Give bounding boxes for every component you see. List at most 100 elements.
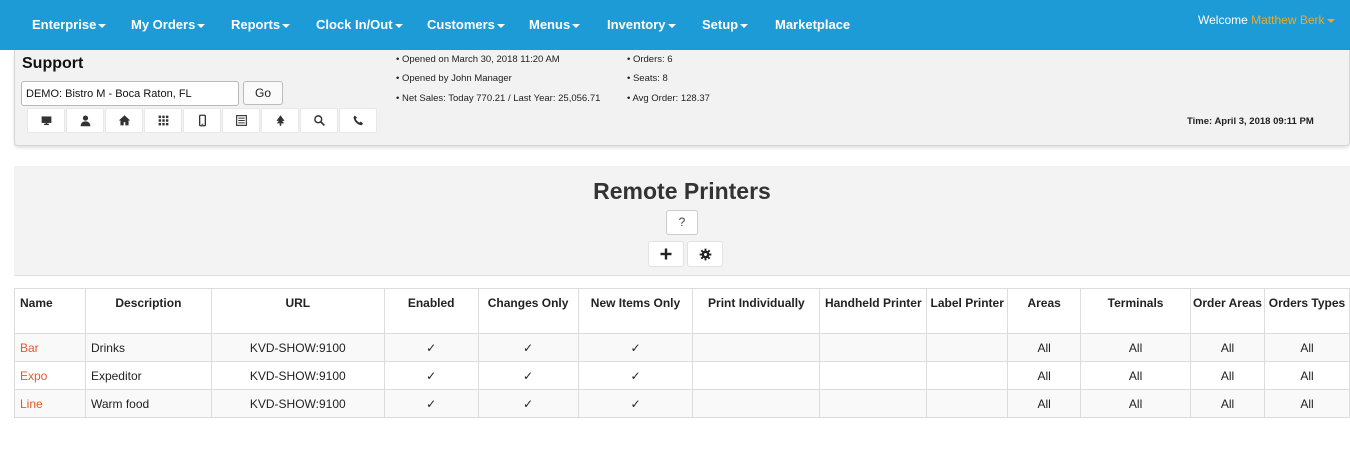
- search-icon[interactable]: [300, 108, 338, 133]
- cell-terminals: All: [1080, 389, 1192, 418]
- top-navbar: Enterprise My Orders Reports Clock In/Ou…: [0, 0, 1350, 50]
- cell-description: Expeditor: [84, 361, 212, 390]
- cell-label-printer: [926, 361, 1009, 390]
- chevron-down-icon: [740, 23, 749, 28]
- nav-enterprise[interactable]: Enterprise: [32, 17, 107, 32]
- current-time: Time: April 3, 2018 09:11 PM: [1187, 116, 1314, 127]
- welcome-area: Welcome Matthew Berk: [1198, 13, 1335, 27]
- cell-order-areas: All: [1190, 333, 1265, 362]
- cell-orders-types: All: [1263, 389, 1350, 418]
- phone-icon[interactable]: [339, 108, 377, 133]
- info-seats: • Seats: 8: [627, 73, 668, 84]
- cell-new-items-only: ✓: [577, 389, 694, 418]
- user-name: Matthew Berk: [1251, 13, 1325, 27]
- nav-setup-label: Setup: [702, 17, 739, 32]
- col-header-order-areas[interactable]: Order Areas: [1190, 288, 1265, 334]
- nav-menus-label: Menus: [529, 17, 571, 32]
- printer-settings-button[interactable]: [687, 241, 723, 267]
- cell-orders-types: All: [1263, 361, 1350, 390]
- cell-name: Bar: [14, 333, 86, 362]
- cell-areas: All: [1007, 361, 1082, 390]
- nav-reports-label: Reports: [231, 17, 281, 32]
- cell-order-areas: All: [1190, 389, 1265, 418]
- welcome-label: Welcome: [1198, 13, 1248, 27]
- col-header-areas[interactable]: Areas: [1007, 288, 1082, 334]
- user-icon[interactable]: [66, 108, 104, 133]
- printer-name-link[interactable]: Bar: [20, 341, 39, 355]
- cell-changes-only: ✓: [477, 333, 579, 362]
- nav-customers[interactable]: Customers: [427, 17, 505, 32]
- cell-description: Drinks: [84, 333, 212, 362]
- help-button[interactable]: ?: [666, 210, 698, 235]
- list-icon[interactable]: [222, 108, 260, 133]
- col-header-url[interactable]: URL: [210, 288, 385, 334]
- tree-icon[interactable]: [261, 108, 299, 133]
- col-header-print-individually[interactable]: Print Individually: [692, 288, 821, 334]
- chevron-down-icon: [572, 23, 581, 28]
- nav-inventory[interactable]: Inventory: [607, 17, 676, 32]
- grid-icon[interactable]: [144, 108, 182, 133]
- user-menu[interactable]: Matthew Berk: [1251, 13, 1335, 27]
- nav-clock-in-out[interactable]: Clock In/Out: [316, 17, 403, 32]
- chevron-down-icon: [197, 23, 206, 28]
- table-row: Bar Drinks KVD-SHOW:9100 ✓ ✓ ✓ All All A…: [14, 333, 1350, 362]
- add-printer-button[interactable]: [648, 241, 684, 267]
- support-icon-toolbar: [27, 108, 378, 133]
- col-header-new-items-only[interactable]: New Items Only: [577, 288, 694, 334]
- support-panel: Support Go • Opened on March 30,: [14, 50, 1350, 146]
- printer-name-link[interactable]: Expo: [20, 369, 47, 383]
- cell-name: Expo: [14, 361, 86, 390]
- go-button[interactable]: Go: [243, 81, 283, 105]
- table-header-row: Name Description URL Enabled Changes Onl…: [14, 288, 1350, 334]
- col-header-terminals[interactable]: Terminals: [1080, 288, 1192, 334]
- info-opened-by: • Opened by John Manager: [396, 73, 512, 84]
- cell-print-individually: [692, 333, 821, 362]
- chevron-down-icon: [667, 23, 676, 28]
- store-search-input[interactable]: [21, 81, 239, 106]
- home-icon[interactable]: [105, 108, 143, 133]
- cell-new-items-only: ✓: [577, 333, 694, 362]
- col-header-description[interactable]: Description: [84, 288, 212, 334]
- chevron-down-icon: [282, 23, 291, 28]
- col-header-enabled[interactable]: Enabled: [383, 288, 479, 334]
- chevron-down-icon: [394, 23, 403, 28]
- cell-handheld-printer: [819, 333, 928, 362]
- chevron-down-icon: [98, 23, 107, 28]
- nav-clock-in-out-label: Clock In/Out: [316, 17, 393, 32]
- support-title: Support: [22, 55, 84, 72]
- cell-description: Warm food: [84, 389, 212, 418]
- nav-menus[interactable]: Menus: [529, 17, 581, 32]
- cell-name: Line: [14, 389, 86, 418]
- cell-handheld-printer: [819, 361, 928, 390]
- col-header-label-printer[interactable]: Label Printer: [926, 288, 1009, 334]
- nav-setup[interactable]: Setup: [702, 17, 749, 32]
- cell-print-individually: [692, 389, 821, 418]
- gear-icon: [699, 248, 711, 260]
- cell-enabled: ✓: [383, 389, 479, 418]
- col-header-changes-only[interactable]: Changes Only: [477, 288, 579, 334]
- table-row: Line Warm food KVD-SHOW:9100 ✓ ✓ ✓ All A…: [14, 389, 1350, 418]
- nav-my-orders-label: My Orders: [131, 17, 196, 32]
- remote-printers-table: Name Description URL Enabled Changes Onl…: [14, 288, 1350, 418]
- cell-enabled: ✓: [383, 361, 479, 390]
- nav-marketplace-label: Marketplace: [775, 17, 851, 32]
- mobile-icon[interactable]: [183, 108, 221, 133]
- col-header-name[interactable]: Name: [14, 288, 86, 334]
- nav-enterprise-label: Enterprise: [32, 17, 97, 32]
- info-orders: • Orders: 6: [627, 54, 673, 65]
- nav-my-orders[interactable]: My Orders: [131, 17, 206, 32]
- cell-label-printer: [926, 333, 1009, 362]
- col-header-orders-types[interactable]: Orders Types: [1263, 288, 1350, 334]
- info-net-sales: • Net Sales: Today 770.21 / Last Year: 2…: [396, 93, 601, 104]
- nav-reports[interactable]: Reports: [231, 17, 291, 32]
- nav-customers-label: Customers: [427, 17, 495, 32]
- monitor-icon[interactable]: [27, 108, 65, 133]
- cell-terminals: All: [1080, 361, 1192, 390]
- nav-marketplace[interactable]: Marketplace: [775, 17, 850, 32]
- col-header-handheld-printer[interactable]: Handheld Printer: [819, 288, 928, 334]
- cell-order-areas: All: [1190, 361, 1265, 390]
- printer-name-link[interactable]: Line: [20, 397, 43, 411]
- cell-enabled: ✓: [383, 333, 479, 362]
- remote-printers-panel: Remote Printers ?: [14, 166, 1350, 276]
- cell-areas: All: [1007, 333, 1082, 362]
